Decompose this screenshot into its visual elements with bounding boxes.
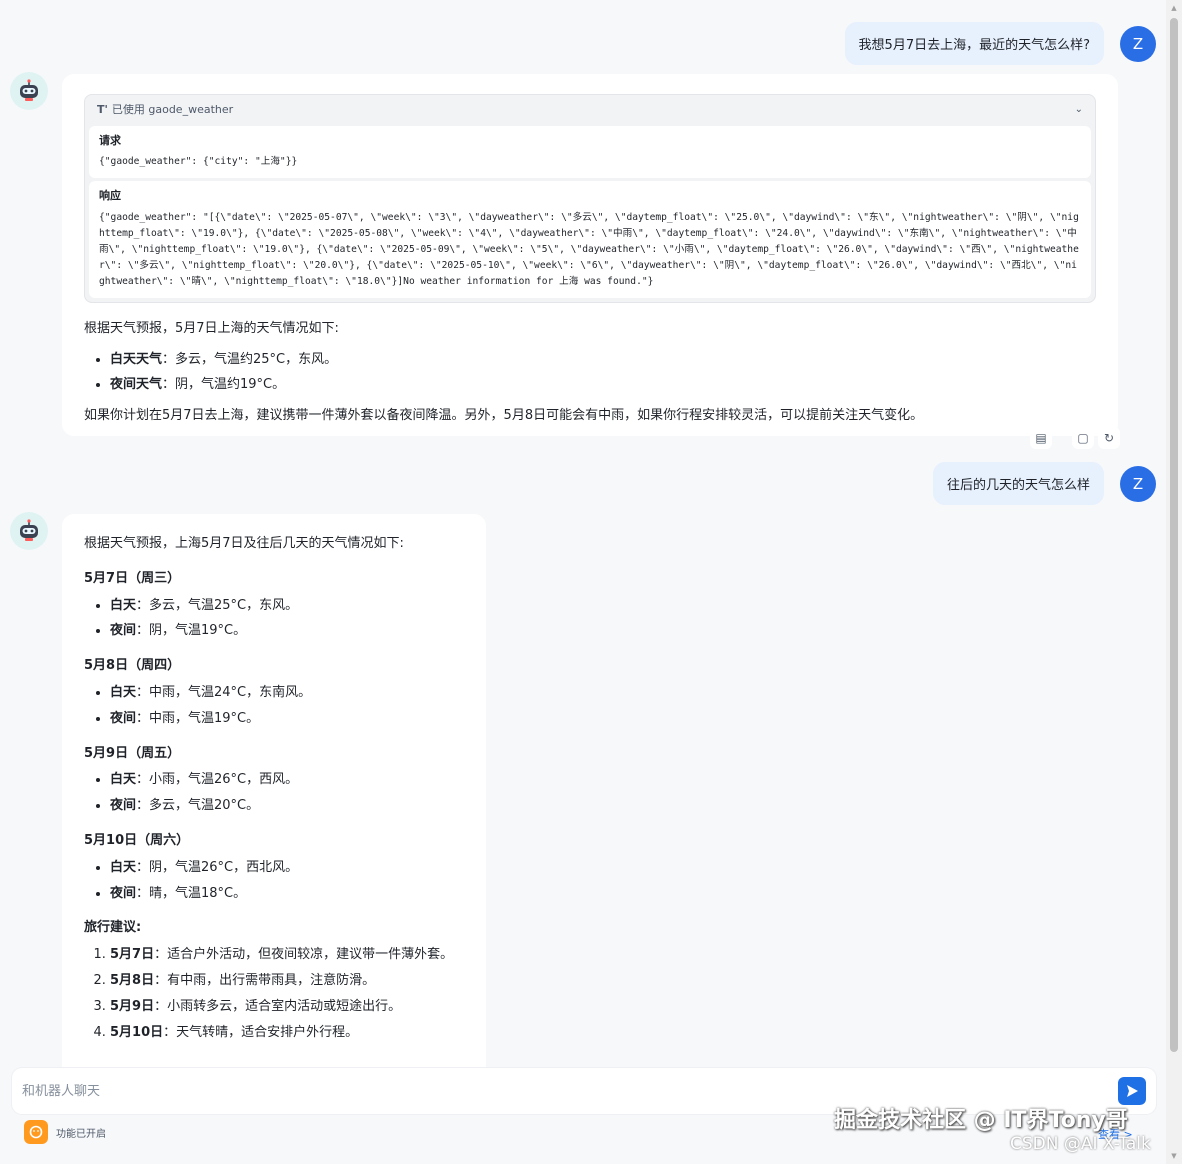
list-item: 白天：小雨，气温26°C，西风。 bbox=[110, 770, 464, 791]
list-item: 5月8日：有中雨，出行需带雨具，注意防滑。 bbox=[110, 971, 464, 992]
item-label: 夜间天气 bbox=[110, 377, 163, 393]
list-item: 白天：中雨，气温24°C，东南风。 bbox=[110, 683, 464, 704]
item-text: ：小雨，气温26°C，西风。 bbox=[136, 772, 299, 788]
item-text: ：阴，气温约19°C。 bbox=[162, 377, 286, 393]
bot-avatar bbox=[10, 512, 48, 550]
watermark: CSDN @AI X-Talk bbox=[1010, 1134, 1151, 1154]
feature-label: 功能已开启 bbox=[56, 1128, 106, 1140]
day-list: 白天：中雨，气温24°C，东南风。 夜间：中雨，气温19°C。 bbox=[84, 683, 464, 730]
day-list: 白天：小雨，气温26°C，西风。 夜间：多云，气温20°C。 bbox=[84, 770, 464, 817]
bot-message: T' 已使用 gaode_weather ⌄ 请求 {"gaode_weathe… bbox=[62, 74, 1118, 436]
tool-response: 响应 {"gaode_weather": "[{\"date\": \"2025… bbox=[89, 181, 1091, 298]
request-body: {"gaode_weather": {"city": "上海"}} bbox=[99, 156, 298, 168]
tool-icon: T' bbox=[97, 103, 108, 116]
day-heading: 5月7日（周三） bbox=[84, 570, 181, 586]
item-label: 夜间 bbox=[110, 623, 137, 639]
user-message: 往后的几天的天气怎么样 bbox=[932, 462, 1104, 505]
item-text: ：多云，气温20°C。 bbox=[136, 798, 260, 814]
item-label: 夜间 bbox=[110, 710, 137, 726]
chat-area: 我想5月7日去上海，最近的天气怎么样? Z T' 已使用 gaode_weath… bbox=[0, 0, 1166, 1068]
day-heading: 5月10日（周六） bbox=[84, 832, 190, 848]
feature-bar: 功能已开启 bbox=[24, 1120, 106, 1144]
user-avatar[interactable]: Z bbox=[1120, 25, 1156, 62]
item-label: 夜间 bbox=[110, 885, 137, 901]
response-body: {"gaode_weather": "[{\"date\": \"2025-05… bbox=[99, 211, 1079, 287]
request-label: 请求 bbox=[99, 133, 121, 147]
list-item: 夜间：多云，气温20°C。 bbox=[110, 796, 464, 817]
bot-intro: 根据天气预报，5月7日上海的天气情况如下: bbox=[84, 320, 339, 336]
weather-list: 白天天气：多云，气温约25°C，东风。 夜间天气：阴，气温约19°C。 bbox=[84, 350, 1096, 397]
item-label: 夜间 bbox=[110, 798, 137, 814]
tool-call-header[interactable]: T' 已使用 gaode_weather ⌄ bbox=[89, 101, 1091, 123]
chevron-down-icon[interactable]: ⌄ bbox=[1075, 102, 1083, 118]
bot-intro: 根据天气预报，上海5月7日及往后几天的天气情况如下: bbox=[84, 536, 404, 551]
tool-call-title: 已使用 gaode_weather bbox=[111, 103, 234, 116]
scroll-down-icon[interactable]: ▼ bbox=[1170, 1152, 1178, 1160]
response-label: 响应 bbox=[99, 189, 121, 203]
list-item: 白天：阴，气温26°C，西北风。 bbox=[110, 858, 464, 879]
feature-icon[interactable] bbox=[24, 1120, 48, 1144]
item-label: 5月10日 bbox=[110, 1024, 164, 1040]
user-message-row: 往后的几天的天气怎么样 Z bbox=[932, 462, 1156, 505]
user-avatar[interactable]: Z bbox=[1120, 465, 1156, 502]
item-text: ：阴，气温26°C，西北风。 bbox=[136, 859, 299, 875]
list-item: 夜间：中雨，气温19°C。 bbox=[110, 709, 464, 730]
tips-list: 5月7日：适合户外活动，但夜间较凉，建议带一件薄外套。 5月8日：有中雨，出行需… bbox=[84, 945, 464, 1043]
tips-heading: 旅行建议: bbox=[84, 920, 142, 936]
list-item: 白天：多云，气温25°C，东风。 bbox=[110, 596, 464, 617]
user-message-row: 我想5月7日去上海，最近的天气怎么样? Z bbox=[844, 22, 1156, 65]
tool-request: 请求 {"gaode_weather": {"city": "上海"}} bbox=[89, 125, 1091, 179]
scroll-up-icon[interactable]: ▲ bbox=[1170, 4, 1178, 12]
item-text: ：中雨，气温24°C，东南风。 bbox=[136, 684, 312, 700]
item-text: ：中雨，气温19°C。 bbox=[136, 710, 260, 726]
day-heading: 5月8日（周四） bbox=[84, 658, 181, 674]
item-label: 白天 bbox=[110, 684, 137, 700]
scrollbar[interactable]: ▲ ▼ bbox=[1166, 0, 1182, 1164]
item-label: 白天 bbox=[110, 772, 137, 788]
item-text: ：多云，气温约25°C，东风。 bbox=[162, 351, 338, 367]
item-label: 5月9日 bbox=[110, 998, 155, 1014]
item-text: ：有中雨，出行需带雨具，注意防滑。 bbox=[154, 972, 376, 988]
item-label: 白天 bbox=[110, 597, 137, 613]
list-item: 夜间：晴，气温18°C。 bbox=[110, 884, 464, 905]
watermark: 掘金技术社区 @ IT界Tony哥 bbox=[834, 1108, 1128, 1133]
list-item: 夜间：阴，气温19°C。 bbox=[110, 621, 464, 642]
day-list: 白天：阴，气温26°C，西北风。 夜间：晴，气温18°C。 bbox=[84, 858, 464, 905]
refresh-icon[interactable]: ↻ bbox=[1098, 427, 1120, 449]
list-item: 5月10日：天气转晴，适合安排户外行程。 bbox=[110, 1023, 464, 1044]
tool-call-card: T' 已使用 gaode_weather ⌄ 请求 {"gaode_weathe… bbox=[84, 94, 1096, 303]
clipboard-icon[interactable]: ▢ bbox=[1072, 427, 1094, 449]
item-label: 白天天气 bbox=[110, 351, 163, 367]
item-text: ：多云，气温25°C，东风。 bbox=[136, 597, 299, 613]
chat-input[interactable] bbox=[22, 1083, 1118, 1099]
day-list: 白天：多云，气温25°C，东风。 夜间：阴，气温19°C。 bbox=[84, 596, 464, 643]
day-heading: 5月9日（周五） bbox=[84, 745, 181, 761]
smile-icon bbox=[29, 1125, 43, 1139]
bot-advice: 如果你计划在5月7日去上海，建议携带一件薄外套以备夜间降温。另外，5月8日可能会… bbox=[84, 408, 924, 424]
item-text: ：晴，气温18°C。 bbox=[136, 885, 247, 901]
item-label: 5月8日 bbox=[110, 972, 155, 988]
robot-icon bbox=[20, 79, 38, 101]
item-label: 白天 bbox=[110, 859, 137, 875]
robot-icon bbox=[20, 519, 38, 541]
list-item: 白天天气：多云，气温约25°C，东风。 bbox=[110, 350, 1096, 371]
list-item: 5月9日：小雨转多云，适合室内活动或短途出行。 bbox=[110, 997, 464, 1018]
item-text: ：小雨转多云，适合室内活动或短途出行。 bbox=[154, 998, 402, 1014]
bot-avatar bbox=[10, 72, 48, 110]
message-actions: ▤ ▢ ↻ bbox=[1030, 427, 1120, 449]
item-label: 5月7日 bbox=[110, 947, 155, 963]
scrollbar-thumb[interactable] bbox=[1170, 18, 1178, 1052]
send-icon bbox=[1127, 1085, 1138, 1097]
item-text: ：适合户外活动，但夜间较凉，建议带一件薄外套。 bbox=[154, 947, 454, 963]
send-button[interactable] bbox=[1118, 1077, 1146, 1105]
bot-message: 根据天气预报，上海5月7日及往后几天的天气情况如下: 5月7日（周三） 白天：多… bbox=[62, 514, 486, 1068]
item-text: ：阴，气温19°C。 bbox=[136, 623, 247, 639]
item-text: ：天气转晴，适合安排户外行程。 bbox=[163, 1024, 359, 1040]
list-item: 5月7日：适合户外活动，但夜间较凉，建议带一件薄外套。 bbox=[110, 945, 464, 966]
user-message: 我想5月7日去上海，最近的天气怎么样? bbox=[844, 22, 1104, 65]
list-item: 夜间天气：阴，气温约19°C。 bbox=[110, 375, 1096, 396]
copy-markdown-icon[interactable]: ▤ bbox=[1030, 427, 1052, 449]
